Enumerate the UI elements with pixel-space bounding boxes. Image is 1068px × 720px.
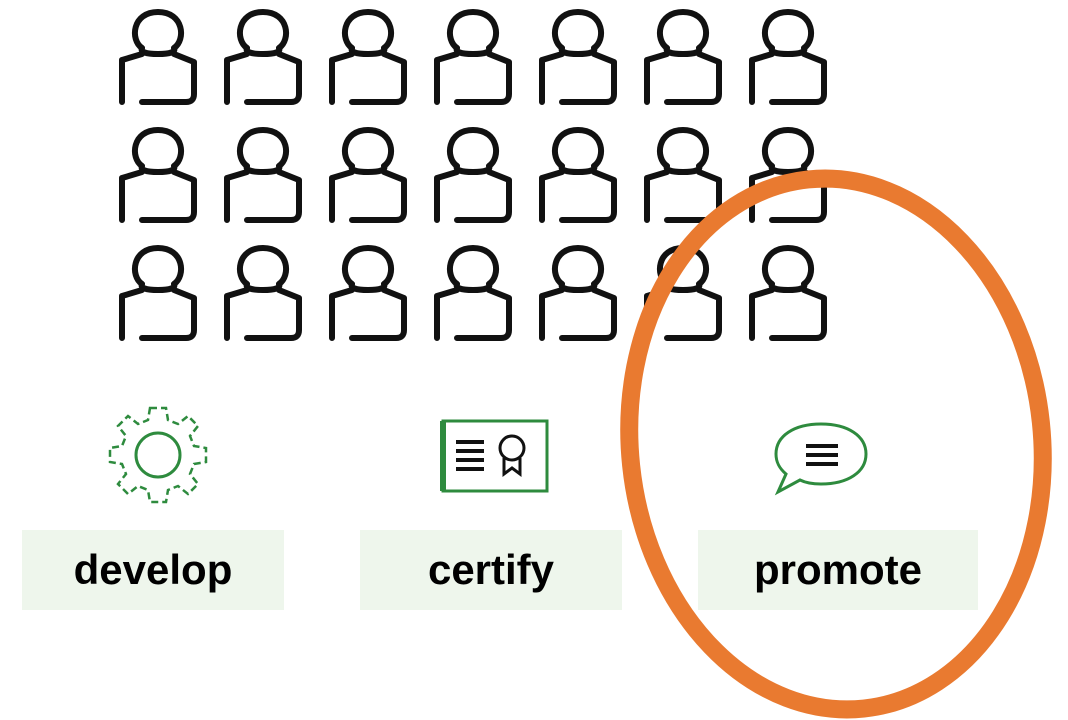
person-icon [532,242,624,342]
step-label-promote: promote [698,530,978,610]
step-label-certify: certify [360,530,622,610]
person-icon [322,124,414,224]
person-icon [742,6,834,106]
person-icon [742,124,834,224]
person-icon [532,124,624,224]
person-icon [427,124,519,224]
person-icon [112,124,204,224]
person-icon [427,6,519,106]
person-icon [217,124,309,224]
certificate-icon [440,418,550,494]
person-icon [112,242,204,342]
step-label-develop: develop [22,530,284,610]
person-icon [217,6,309,106]
gear-icon [104,400,212,508]
people-grid [112,6,848,366]
person-icon [532,6,624,106]
person-icon [322,242,414,342]
person-icon [637,242,729,342]
person-icon [112,6,204,106]
speech-bubble-icon [770,418,872,498]
person-icon [322,6,414,106]
person-icon [217,242,309,342]
person-icon [427,242,519,342]
person-icon [637,6,729,106]
person-icon [637,124,729,224]
person-icon [742,242,834,342]
